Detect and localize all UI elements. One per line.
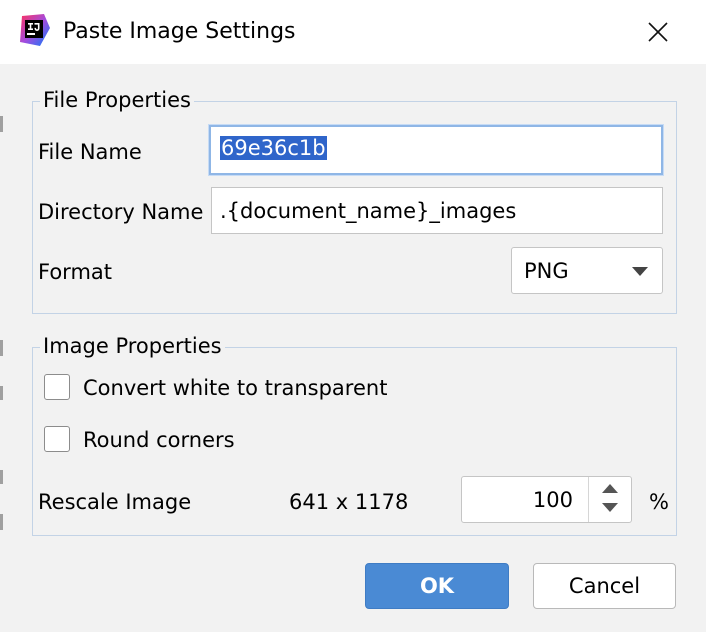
convert-white-checkbox[interactable] [44,374,70,400]
intellij-icon [20,14,50,46]
format-select[interactable]: PNG [511,247,663,294]
background-window-edge [0,514,3,530]
arrow-up-icon [602,484,618,493]
directory-name-value: .{document_name}_images [220,199,517,223]
file-name-value: 69e36c1b [220,136,327,160]
close-icon [648,22,668,42]
background-window-edge [0,470,3,484]
scale-spinner[interactable]: 100 [461,476,632,523]
window-title: Paste Image Settings [63,19,296,44]
rescale-image-label: Rescale Image [38,490,192,514]
arrow-down-icon [602,503,618,512]
background-window-edge [0,386,3,400]
file-name-label: File Name [38,140,142,164]
image-dimensions: 641 x 1178 [289,490,409,514]
chevron-down-icon [632,267,648,276]
close-button[interactable] [636,12,680,52]
round-corners-label[interactable]: Round corners [83,426,235,454]
percent-sign: % [649,490,669,514]
ok-button[interactable]: OK [365,563,509,609]
spinner-up-button[interactable] [589,477,632,499]
format-value: PNG [524,259,569,283]
cancel-button[interactable]: Cancel [533,563,676,609]
scale-value[interactable]: 100 [533,486,573,514]
directory-name-label: Directory Name [38,200,204,224]
directory-name-field[interactable]: .{document_name}_images [211,187,663,234]
round-corners-checkbox[interactable] [44,426,70,452]
convert-white-label[interactable]: Convert white to transparent [83,374,387,402]
background-window-edge [0,116,3,132]
format-label: Format [38,260,113,284]
file-properties-title: File Properties [40,86,194,114]
image-properties-title: Image Properties [40,332,225,360]
spinner-down-button[interactable] [589,499,632,521]
file-name-field[interactable]: 69e36c1b [209,125,663,175]
background-window-edge [0,340,3,356]
title-bar: Paste Image Settings [0,0,706,64]
